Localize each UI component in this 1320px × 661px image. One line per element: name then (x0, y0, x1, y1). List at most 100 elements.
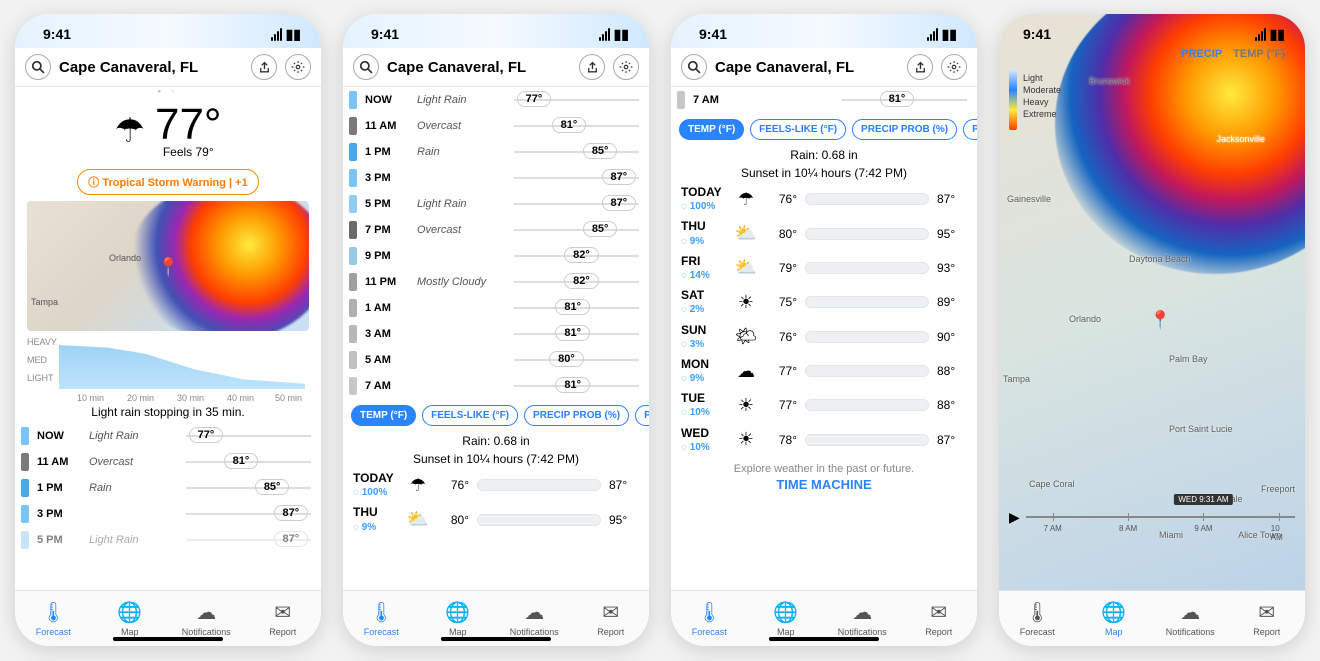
chip-more[interactable]: PRECI (635, 405, 649, 426)
layer-precip[interactable]: PRECIP (1177, 48, 1226, 60)
hour-row[interactable]: 3 AM81° (343, 321, 649, 347)
summary-sunset: Sunset in 10¼ hours (7:42 PM) (343, 450, 649, 468)
home-indicator (113, 637, 223, 641)
day-row[interactable]: FRI◌ 14%⛅79°93° (671, 251, 977, 285)
radar-map[interactable]: Orlando Tampa 📍 (27, 201, 309, 331)
hour-row[interactable]: 1 PM Rain 85° (15, 475, 321, 501)
tab-report[interactable]: ✉Report (573, 591, 650, 646)
tab-forecast[interactable]: 🌡Forecast (343, 591, 420, 646)
phone-2: 9:41 ▮▮ Cape Canaveral, FL NOWLight Rain… (343, 14, 649, 646)
day-row[interactable]: SAT◌ 2%☀75°89° (671, 285, 977, 319)
tab-report[interactable]: ✉Report (1229, 591, 1306, 646)
forecast-content: 7 AM 81° TEMP (°F) FEELS-LIKE (°F) PRECI… (671, 87, 977, 590)
map-layer-tabs: PRECIP TEMP (°F) (1177, 48, 1289, 60)
chip-precip[interactable]: PRECIP PROB (%) (524, 405, 629, 426)
home-indicator (441, 637, 551, 641)
status-bar: 9:41 ▮▮ (671, 14, 977, 48)
tab-map[interactable]: 🌐Map (1076, 591, 1153, 646)
search-icon[interactable] (25, 54, 51, 80)
share-icon[interactable] (907, 54, 933, 80)
settings-icon[interactable] (285, 54, 311, 80)
tab-forecast[interactable]: 🌡Forecast (15, 591, 92, 646)
header-bar: Cape Canaveral, FL (15, 48, 321, 87)
metric-chips: TEMP (°F) FEELS-LIKE (°F) PRECIP PROB (%… (343, 399, 649, 432)
day-row[interactable]: TODAY◌ 100%☂76°87° (671, 182, 977, 216)
hour-row[interactable]: 3 PM87° (343, 165, 649, 191)
status-bar: 9:41 ▮▮ (15, 14, 321, 48)
settings-icon[interactable] (613, 54, 639, 80)
hour-row[interactable]: 5 PM Light Rain 87° (15, 527, 321, 553)
time-machine-hint: Explore weather in the past or future. (671, 457, 977, 475)
search-icon[interactable] (353, 54, 379, 80)
summary-rain: Rain: 0.68 in (343, 432, 649, 450)
hourly-list: NOWLight Rain77°11 AMOvercast81°1 PMRain… (343, 87, 649, 399)
metric-chips: TEMP (°F) FEELS-LIKE (°F) PRECIP PROB (%… (671, 113, 977, 146)
tab-report[interactable]: ✉Report (245, 591, 322, 646)
current-temp: 77° (155, 103, 222, 147)
location-title[interactable]: Cape Canaveral, FL (387, 59, 571, 76)
hour-row[interactable]: 7 AM 81° (671, 87, 977, 113)
day-row[interactable]: WED◌ 10%☀78°87° (671, 423, 977, 457)
tab-bar: 🌡Forecast 🌐Map ☁Notifications ✉Report (999, 590, 1305, 646)
tab-report[interactable]: ✉Report (901, 591, 978, 646)
hour-row[interactable]: 7 PMOvercast85° (343, 217, 649, 243)
tab-forecast[interactable]: 🌡Forecast (999, 591, 1076, 646)
umbrella-icon: ☂ (114, 111, 144, 151)
status-bar: 9:41 ▮▮ (343, 14, 649, 48)
hour-row[interactable]: 5 PMLight Rain87° (343, 191, 649, 217)
header-bar: Cape Canaveral, FL (671, 48, 977, 87)
hour-row[interactable]: 7 AM81° (343, 373, 649, 399)
hour-row[interactable]: 1 PMRain85° (343, 139, 649, 165)
phone-4: 9:41 ▮▮ PRECIP TEMP (°F) Light Moderate … (999, 14, 1305, 646)
layer-temp[interactable]: TEMP (°F) (1229, 48, 1289, 60)
share-icon[interactable] (251, 54, 277, 80)
day-row[interactable]: THU◌ 9%⛅80°95° (671, 216, 977, 250)
share-icon[interactable] (579, 54, 605, 80)
hour-row[interactable]: 1 AM81° (343, 295, 649, 321)
day-row[interactable]: TODAY◌ 100% ☂ 76°87° (343, 468, 649, 502)
intensity-chart: HEAVY MED LIGHT 10 min 20 min 30 min 40 … (27, 337, 309, 403)
chip-feelslike[interactable]: FEELS-LIKE (°F) (750, 119, 846, 140)
hour-row[interactable]: 11 AM Overcast 81° (15, 449, 321, 475)
tab-notifications[interactable]: ☁Notifications (1152, 591, 1229, 646)
hour-row[interactable]: 11 PMMostly Cloudy82° (343, 269, 649, 295)
status-icons: ▮▮ (271, 26, 301, 43)
map-label-tampa: Tampa (31, 297, 58, 307)
settings-icon[interactable] (941, 54, 967, 80)
day-row[interactable]: THU◌ 9% ⛅ 80°95° (343, 502, 649, 536)
status-time: 9:41 (43, 26, 71, 42)
weather-alert[interactable]: ⓘ Tropical Storm Warning | +1 (77, 169, 258, 195)
day-row[interactable]: SUN◌ 3%🌤76°90° (671, 320, 977, 354)
time-machine-link[interactable]: TIME MACHINE (671, 475, 977, 500)
day-row[interactable]: TUE◌ 10%☀77°88° (671, 388, 977, 422)
day-row[interactable]: MON◌ 9%☁77°88° (671, 354, 977, 388)
chip-temp[interactable]: TEMP (°F) (351, 405, 416, 426)
chip-more[interactable]: PRECI (963, 119, 977, 140)
daily-list: TODAY◌ 100%☂76°87°THU◌ 9%⛅80°95°FRI◌ 14%… (671, 182, 977, 457)
hour-row[interactable]: NOW Light Rain 77° (15, 423, 321, 449)
forecast-content: ● ○ ☂ 77° Feels 79° ⓘ Tropical Storm War… (15, 87, 321, 590)
hour-row[interactable]: 9 PM82° (343, 243, 649, 269)
chip-temp[interactable]: TEMP (°F) (679, 119, 744, 140)
chart-caption: Light rain stopping in 35 min. (15, 405, 321, 419)
map-timeline[interactable]: ▶ WED 9:31 AM 7 AM 8 AM 9 AM 10 AM (1009, 502, 1295, 532)
summary-sunset: Sunset in 10¼ hours (7:42 PM) (671, 164, 977, 182)
chip-precip[interactable]: PRECIP PROB (%) (852, 119, 957, 140)
tab-forecast[interactable]: 🌡Forecast (671, 591, 748, 646)
search-icon[interactable] (681, 54, 707, 80)
location-title[interactable]: Cape Canaveral, FL (59, 59, 243, 76)
feels-like: Feels 79° (155, 145, 222, 159)
map-legend: Light Moderate Heavy Extreme (1009, 70, 1063, 122)
umbrella-icon: ☂ (405, 475, 431, 496)
chip-feelslike[interactable]: FEELS-LIKE (°F) (422, 405, 518, 426)
partly-cloudy-icon: ⛅ (405, 509, 431, 530)
hour-row[interactable]: 3 PM 87° (15, 501, 321, 527)
location-title[interactable]: Cape Canaveral, FL (715, 59, 899, 76)
hour-row[interactable]: NOWLight Rain77° (343, 87, 649, 113)
hour-row[interactable]: 5 AM80° (343, 347, 649, 373)
map-content[interactable]: PRECIP TEMP (°F) Light Moderate Heavy Ex… (999, 14, 1305, 590)
hour-row[interactable]: 11 AMOvercast81° (343, 113, 649, 139)
phone-1: 9:41 ▮▮ Cape Canaveral, FL ● ○ ☂ 77° Fee… (15, 14, 321, 646)
play-icon[interactable]: ▶ (1009, 509, 1020, 526)
forecast-content: NOWLight Rain77°11 AMOvercast81°1 PMRain… (343, 87, 649, 590)
